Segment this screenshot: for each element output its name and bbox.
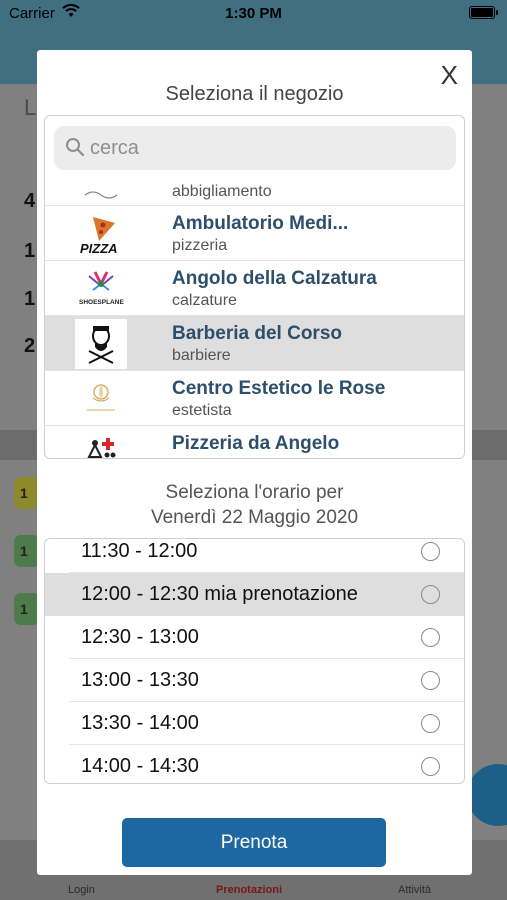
shoes-logo-text: SHOESPLANE [79, 299, 124, 306]
time-slot-label: 12:00 - 12:30 mia prenotazione [81, 583, 358, 605]
shop-row[interactable]: Pizzeria da Angelo [45, 425, 464, 458]
radio-button[interactable] [421, 714, 440, 733]
background-row: 4 [24, 190, 36, 212]
shop-name: Ambulatorio Medi... [172, 213, 349, 234]
medical-logo-icon [75, 429, 127, 458]
shop-list[interactable]: abbigliamento PIZZA Ambulatorio Medi... … [45, 183, 464, 458]
radio-button[interactable] [421, 628, 440, 647]
slot-caption-line1: Seleziona l'orario per [165, 482, 344, 503]
shop-name: Centro Estetico le Rose [172, 378, 386, 399]
pizza-logo-icon: PIZZA [75, 209, 127, 259]
background-row: 2 [24, 335, 36, 357]
clock: 1:30 PM [225, 5, 282, 22]
beauty-logo-icon [75, 374, 127, 424]
status-bar: Carrier 1:30 PM [0, 0, 507, 28]
shop-name: Angolo della Calzatura [172, 268, 377, 289]
shop-category: estetista [172, 402, 232, 419]
shoes-logo-icon: SHOESPLANE [75, 264, 127, 314]
modal-title: Seleziona il negozio [165, 83, 344, 105]
shop-row[interactable]: SHOESPLANE Angolo della Calzatura calzat… [45, 260, 464, 315]
radio-button[interactable] [421, 671, 440, 690]
shop-category: pizzeria [172, 237, 228, 254]
shop-row[interactable]: PIZZA Ambulatorio Medi... pizzeria [45, 205, 464, 260]
background-row: 1 [24, 240, 36, 262]
slot-caption-date: Venerdì 22 Maggio 2020 [150, 507, 359, 528]
tab-attivita[interactable]: Attività [398, 884, 431, 896]
shop-booking-modal: X Seleziona il negozio abbigliamento [37, 50, 472, 875]
time-slot-label: 11:30 - 12:00 [81, 540, 198, 562]
shop-category: calzature [172, 292, 237, 309]
time-slot-row[interactable]: 12:30 - 13:00 [45, 616, 464, 659]
time-slot-row[interactable]: 14:00 - 14:30 [45, 745, 464, 783]
time-slot-row[interactable]: 13:30 - 14:00 [45, 702, 464, 745]
shop-name: Pizzeria da Angelo [172, 433, 340, 454]
radio-button[interactable] [421, 585, 440, 604]
tab-login[interactable]: Login [68, 884, 95, 896]
time-slot-row-selected[interactable]: 12:00 - 12:30 mia prenotazione [45, 573, 464, 616]
shop-category: barbiere [172, 347, 231, 364]
shop-row[interactable]: Centro Estetico le Rose estetista [45, 370, 464, 425]
time-slot-row[interactable]: 11:30 - 12:00 [45, 539, 464, 573]
search-bar[interactable] [54, 126, 456, 170]
search-icon [66, 138, 85, 157]
shop-category: abbigliamento [172, 183, 272, 200]
clothing-logo-icon [75, 183, 127, 205]
background-letter: L [24, 95, 37, 120]
tab-prenotazioni[interactable]: Prenotazioni [216, 884, 282, 896]
prenota-button[interactable]: Prenota [122, 818, 386, 867]
time-slot-label: 13:00 - 13:30 [81, 669, 199, 691]
time-slot-label: 12:30 - 13:00 [81, 626, 199, 648]
shop-picker[interactable]: abbigliamento PIZZA Ambulatorio Medi... … [44, 115, 465, 459]
search-input[interactable] [90, 126, 446, 170]
time-slot-row[interactable]: 13:00 - 13:30 [45, 659, 464, 702]
time-slot-list[interactable]: 11:30 - 12:00 12:00 - 12:30 mia prenotaz… [44, 538, 465, 784]
radio-button[interactable] [421, 542, 440, 561]
slot-caption: Seleziona l'orario per Venerdì 22 Maggio… [37, 480, 472, 530]
shop-row[interactable]: abbigliamento [45, 183, 464, 206]
time-slot-label: 13:30 - 14:00 [81, 712, 199, 734]
pizza-logo-text: PIZZA [80, 241, 118, 256]
background-row: 1 [24, 288, 36, 310]
shop-row-selected[interactable]: Barberia del Corso barbiere [45, 315, 464, 370]
shop-name: Barberia del Corso [172, 323, 342, 344]
time-slot-label: 14:00 - 14:30 [81, 755, 199, 777]
barber-logo-icon [75, 319, 127, 369]
radio-button[interactable] [421, 757, 440, 776]
battery-icon [469, 6, 498, 19]
